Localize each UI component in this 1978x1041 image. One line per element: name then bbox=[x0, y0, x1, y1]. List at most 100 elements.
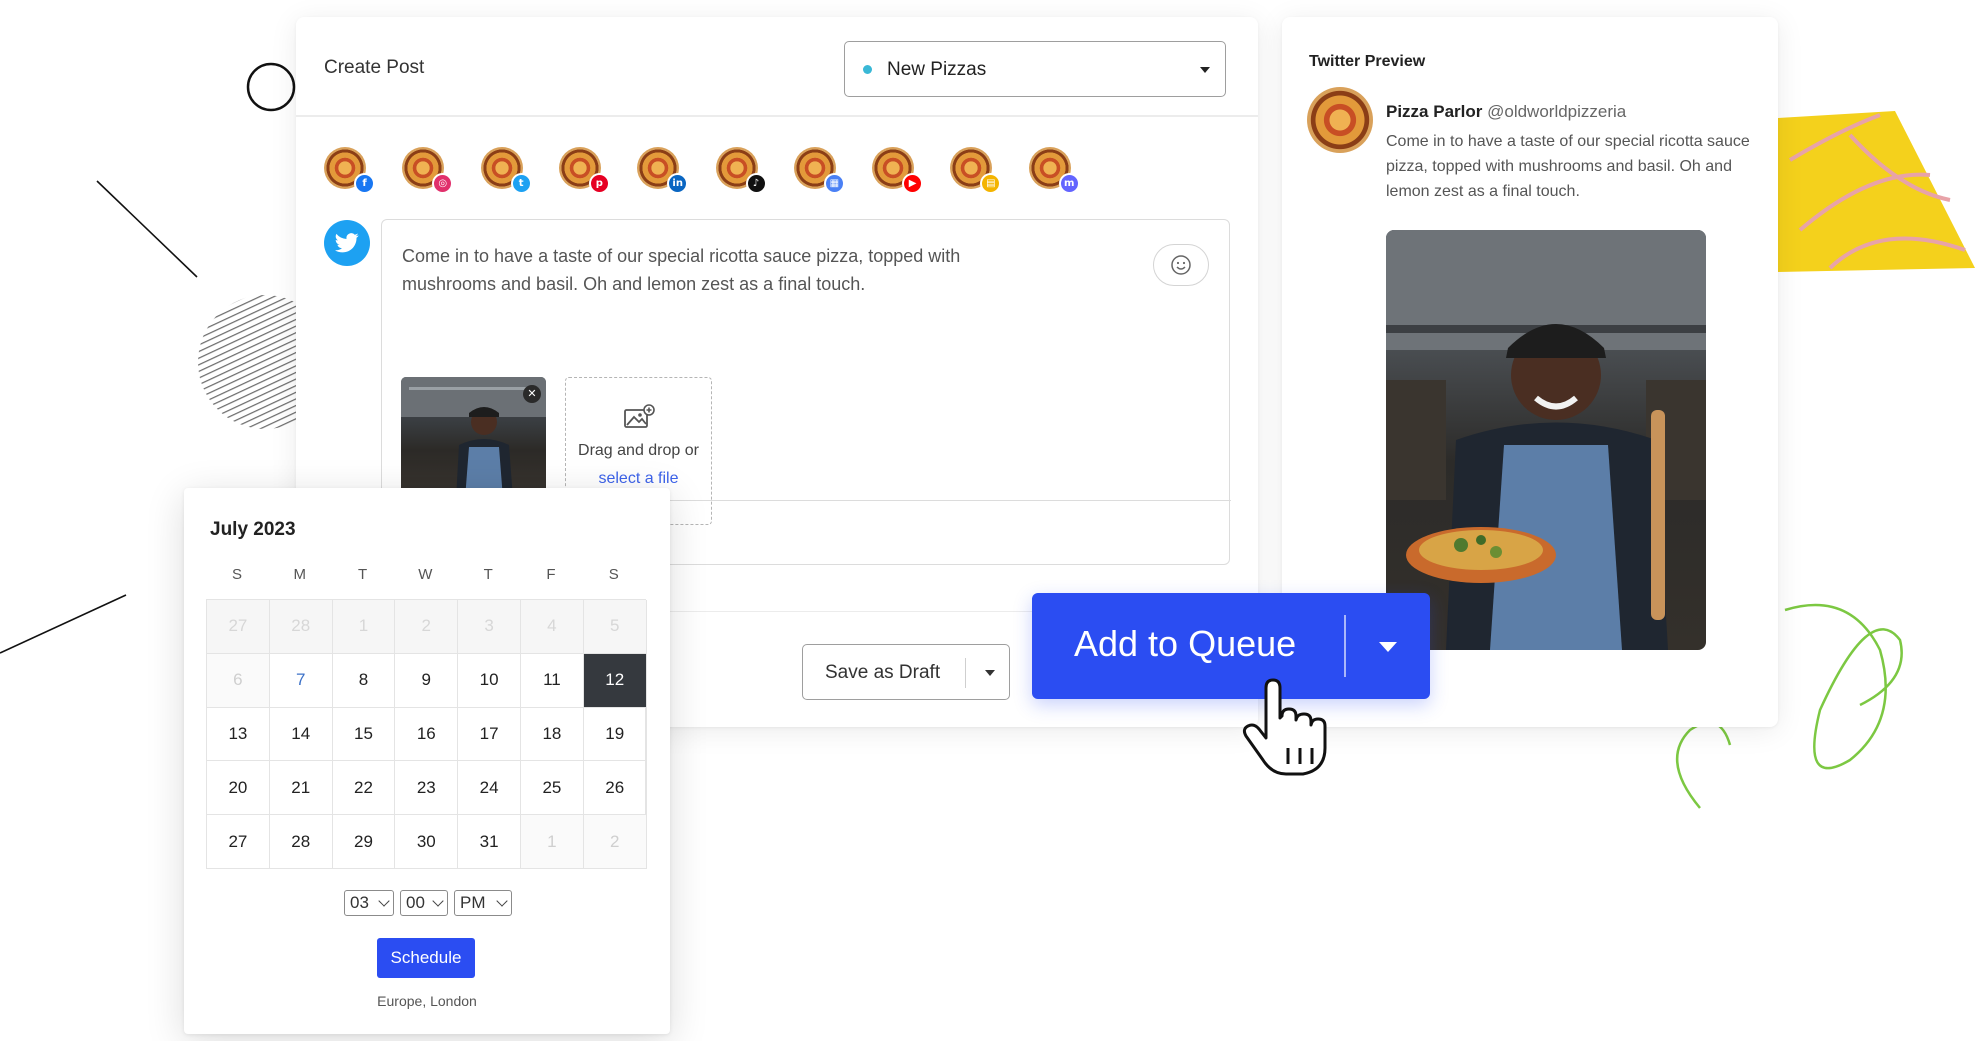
minute-value: 00 bbox=[406, 893, 425, 912]
account-youtube[interactable]: ▶ bbox=[872, 147, 924, 197]
calendar-day: 2 bbox=[583, 815, 647, 869]
account-google-business[interactable]: ▦ bbox=[793, 147, 845, 197]
calendar-month: July 2023 bbox=[210, 519, 296, 540]
account-linkedin[interactable]: in bbox=[637, 147, 689, 197]
button-divider bbox=[965, 658, 966, 688]
calendar-day: 6 bbox=[207, 653, 270, 708]
facebook-icon: f bbox=[354, 173, 375, 194]
chevron-down-icon bbox=[432, 895, 444, 907]
calendar-day[interactable]: 19 bbox=[583, 707, 647, 762]
select-file-link[interactable]: select a file bbox=[566, 470, 711, 488]
hand-cursor-icon bbox=[1242, 678, 1327, 776]
calendar-day[interactable]: 15 bbox=[332, 707, 396, 762]
campaign-label: New Pizzas bbox=[887, 59, 987, 80]
calendar-day[interactable]: 16 bbox=[395, 707, 459, 762]
calendar-day[interactable]: 10 bbox=[458, 653, 521, 708]
chevron-down-icon bbox=[496, 895, 508, 907]
account-mastodon[interactable]: m bbox=[1028, 147, 1080, 197]
calendar-grid: 27 28 1 2 3 4 5 6 7 8 9 10 11 12 13 14 15 16 17 18 19 20 21 22 2… bbox=[206, 599, 647, 869]
calendar-day: 2 bbox=[395, 600, 459, 654]
account-twitter[interactable]: t bbox=[480, 147, 532, 197]
calendar-day[interactable]: 23 bbox=[395, 761, 459, 816]
calendar-day: 1 bbox=[521, 815, 584, 869]
calendar-day[interactable]: 7 bbox=[269, 653, 333, 708]
attached-image-thumbnail[interactable]: ✕ bbox=[401, 377, 546, 499]
calendar-day[interactable]: 28 bbox=[269, 815, 333, 869]
calendar-day[interactable]: 27 bbox=[207, 815, 270, 869]
calendar-day: 5 bbox=[583, 600, 647, 654]
emoji-button[interactable] bbox=[1153, 244, 1209, 286]
save-draft-button[interactable]: Save as Draft bbox=[802, 644, 1010, 700]
calendar-day[interactable]: 8 bbox=[332, 653, 396, 708]
account-facebook[interactable]: f bbox=[324, 147, 375, 197]
campaign-select[interactable]: New Pizzas bbox=[844, 41, 1226, 97]
hour-value: 03 bbox=[350, 893, 369, 912]
hour-select[interactable]: 03 bbox=[344, 890, 394, 916]
chevron-down-icon bbox=[378, 895, 390, 907]
weekday-label: S bbox=[231, 566, 242, 583]
tiktok-icon: ♪ bbox=[745, 173, 767, 194]
account-pinterest[interactable]: p bbox=[558, 147, 610, 197]
calendar-day: 1 bbox=[332, 600, 396, 654]
preview-image bbox=[1386, 230, 1706, 650]
weekday-label: F bbox=[546, 566, 556, 583]
calendar-day[interactable]: 14 bbox=[269, 707, 333, 762]
caret-down-icon[interactable] bbox=[985, 670, 995, 676]
post-text[interactable]: Come in to have a taste of our special r… bbox=[402, 242, 1002, 298]
calendar-day[interactable]: 26 bbox=[583, 761, 647, 816]
chef-photo bbox=[1386, 230, 1706, 650]
calendar-day: 28 bbox=[269, 600, 333, 654]
calendar-day[interactable]: 24 bbox=[458, 761, 521, 816]
meridiem-select[interactable]: PM bbox=[454, 890, 512, 916]
account-start-page[interactable]: ▤ bbox=[950, 147, 1002, 197]
calendar-day[interactable]: 13 bbox=[207, 707, 270, 762]
weekday-label: T bbox=[358, 566, 368, 583]
mastodon-icon: m bbox=[1058, 173, 1080, 194]
add-to-queue-button[interactable]: Add to Queue bbox=[1032, 593, 1430, 699]
calendar-day[interactable]: 29 bbox=[332, 815, 396, 869]
calendar-day[interactable]: 18 bbox=[521, 707, 584, 762]
calendar-day[interactable]: 30 bbox=[395, 815, 459, 869]
calendar-day[interactable]: 31 bbox=[458, 815, 521, 869]
calendar-day[interactable]: 21 bbox=[269, 761, 333, 816]
editor-header: Create Post New Pizzas bbox=[296, 17, 1258, 117]
weekday-label: M bbox=[293, 566, 307, 583]
weekday-label: S bbox=[608, 566, 619, 583]
preview-account: Pizza Parlor @oldworldpizzeria bbox=[1386, 102, 1626, 122]
preview-text: Come in to have a taste of our special r… bbox=[1386, 133, 1750, 200]
smile-icon bbox=[1171, 255, 1191, 275]
start-page-icon: ▤ bbox=[980, 173, 1002, 194]
save-draft-label: Save as Draft bbox=[825, 662, 941, 683]
editor-title: Create Post bbox=[324, 57, 425, 78]
button-divider bbox=[1344, 615, 1346, 677]
calendar-day[interactable]: 20 bbox=[207, 761, 270, 816]
calendar-day[interactable]: 9 bbox=[395, 653, 459, 708]
campaign-color-dot bbox=[863, 65, 872, 74]
calendar-day-selected[interactable]: 12 bbox=[583, 653, 647, 708]
caret-down-icon bbox=[1200, 67, 1210, 73]
minute-select[interactable]: 00 bbox=[400, 890, 448, 916]
dropzone-text: Drag and drop or bbox=[578, 442, 699, 459]
account-tiktok[interactable]: ♪ bbox=[715, 147, 767, 197]
account-instagram[interactable]: ◎ bbox=[402, 147, 454, 197]
remove-image-button[interactable]: ✕ bbox=[523, 385, 541, 403]
preview-handle: @oldworldpizzeria bbox=[1487, 102, 1627, 121]
timezone-label: Europe, London bbox=[377, 993, 477, 1009]
pinterest-icon: p bbox=[588, 173, 610, 194]
calendar-day[interactable]: 25 bbox=[521, 761, 584, 816]
calendar-day: 4 bbox=[521, 600, 584, 654]
add-to-queue-label: Add to Queue bbox=[1074, 623, 1297, 664]
youtube-icon: ▶ bbox=[902, 173, 924, 194]
google-business-icon: ▦ bbox=[823, 173, 845, 194]
linkedin-icon: in bbox=[667, 173, 689, 194]
meridiem-value: PM bbox=[460, 893, 486, 912]
caret-down-icon[interactable] bbox=[1379, 642, 1397, 652]
twitter-icon bbox=[324, 220, 370, 266]
calendar-day[interactable]: 11 bbox=[521, 653, 584, 708]
calendar-day[interactable]: 17 bbox=[458, 707, 521, 762]
preview-title: Twitter Preview bbox=[1309, 53, 1426, 70]
calendar-day: 27 bbox=[207, 600, 270, 654]
schedule-button[interactable]: Schedule bbox=[377, 938, 475, 978]
calendar-day[interactable]: 22 bbox=[332, 761, 396, 816]
weekday-label: T bbox=[483, 566, 493, 583]
